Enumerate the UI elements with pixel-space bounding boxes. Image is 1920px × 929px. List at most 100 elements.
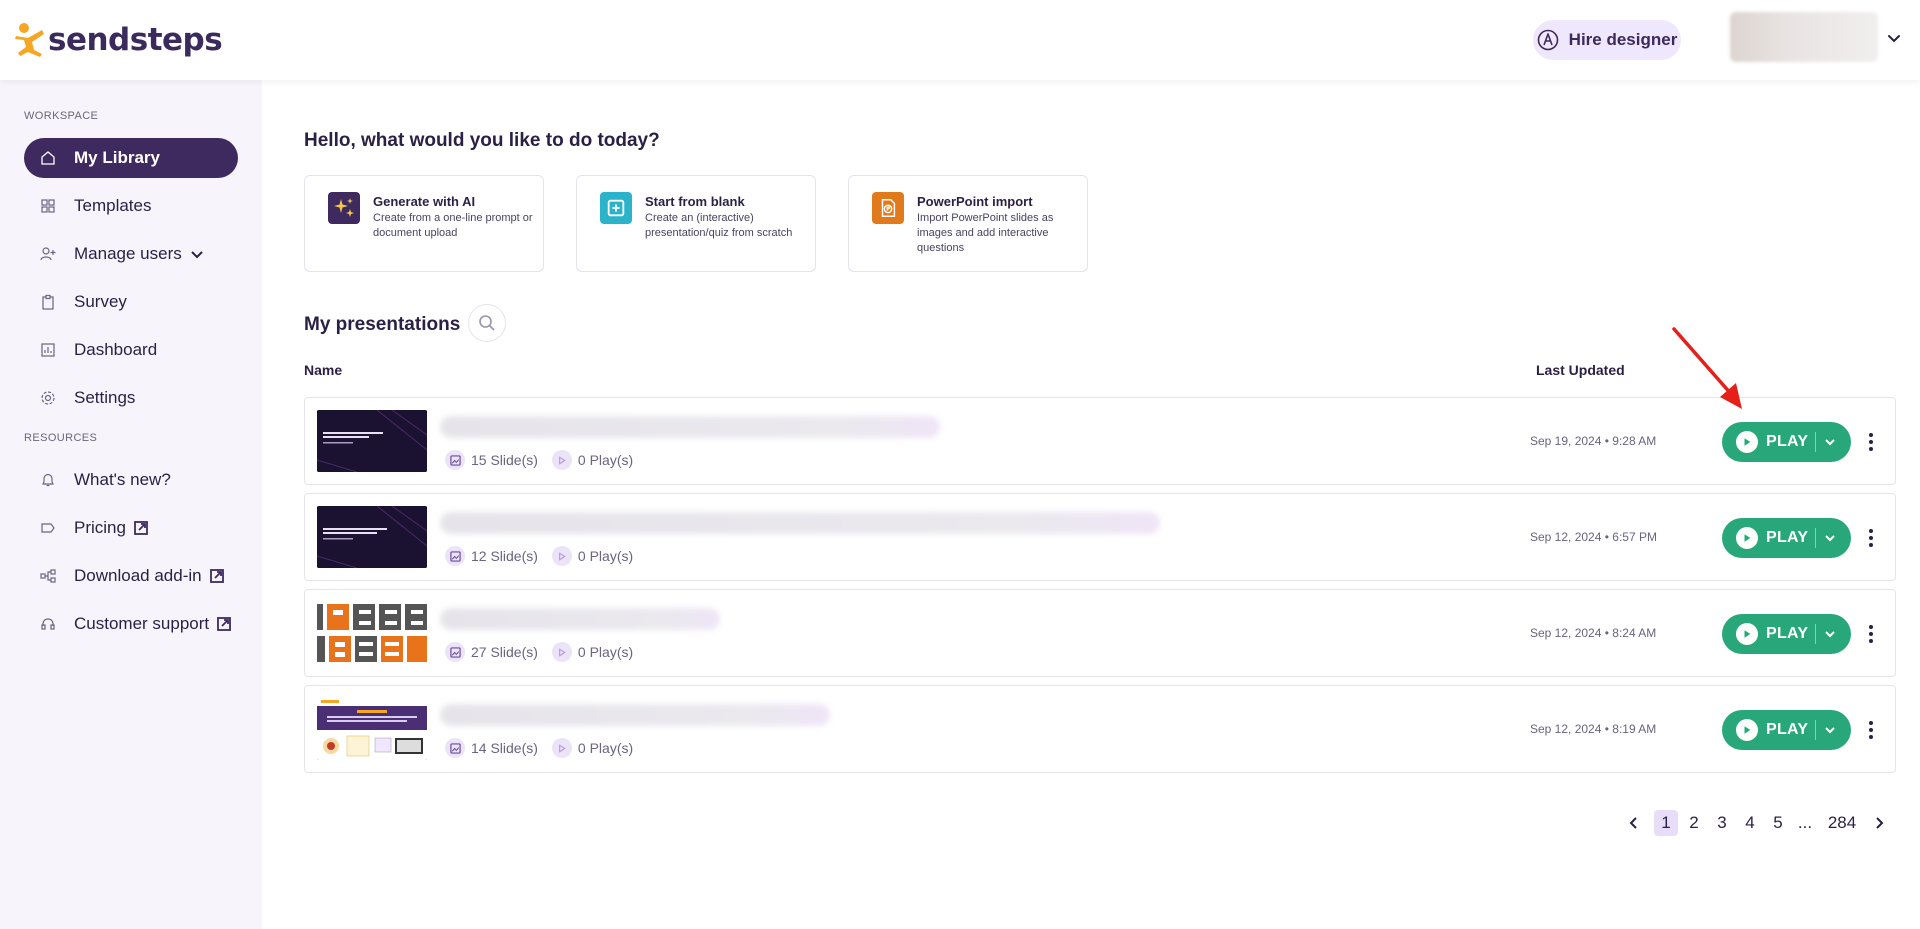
- powerpoint-import-card[interactable]: PowerPoint import Import PowerPoint slid…: [848, 175, 1088, 272]
- presentation-title-blurred[interactable]: [440, 416, 940, 438]
- chevron-down-icon[interactable]: [1886, 30, 1902, 46]
- chevron-left-icon[interactable]: [1626, 815, 1642, 831]
- more-options-icon[interactable]: [1867, 622, 1875, 646]
- sidebar-item-label: Download add-in: [74, 566, 202, 585]
- action-title: PowerPoint import: [917, 194, 1033, 209]
- column-header-name[interactable]: Name: [304, 362, 342, 378]
- sidebar-item-dashboard[interactable]: Dashboard: [24, 330, 238, 370]
- column-header-last-updated[interactable]: Last Updated: [1536, 362, 1625, 378]
- sidebar-item-templates[interactable]: Templates: [24, 186, 238, 226]
- gear-icon: [40, 390, 56, 406]
- page-1-button[interactable]: 1: [1654, 810, 1678, 836]
- last-updated-date: Sep 12, 2024 • 6:57 PM: [1530, 530, 1657, 544]
- presentation-thumbnail[interactable]: [317, 698, 427, 760]
- play-button[interactable]: PLAY: [1722, 422, 1851, 462]
- hire-designer-button[interactable]: Hire designer: [1533, 20, 1681, 60]
- plays-count: 0 Play(s): [577, 740, 634, 756]
- more-options-icon[interactable]: [1867, 430, 1875, 454]
- action-description: Create from a one-line prompt or documen…: [373, 212, 533, 239]
- sidebar-item-label: Pricing: [74, 518, 126, 537]
- top-header: sendsteps Hire designer: [0, 0, 1920, 80]
- powerpoint-icon: [872, 192, 904, 224]
- plays-icon: [551, 546, 572, 566]
- sidebar-item-customer-support[interactable]: Customer support: [24, 604, 238, 644]
- bell-icon: [40, 472, 56, 488]
- sidebar-item-label: What's new?: [74, 470, 171, 489]
- account-avatar-blurred[interactable]: [1730, 12, 1878, 62]
- chart-icon: [40, 342, 56, 358]
- presentation-row[interactable]: 15 Slide(s) 0 Play(s) Sep 19, 2024 • 9:2…: [304, 397, 1896, 485]
- slides-icon: [445, 738, 465, 758]
- page-284-button[interactable]: 284: [1822, 810, 1862, 836]
- chevron-right-icon[interactable]: [1871, 815, 1887, 831]
- plays-count: 0 Play(s): [577, 452, 634, 468]
- plays-icon: [551, 642, 572, 662]
- external-link-icon: [217, 617, 232, 631]
- page-5-button[interactable]: 5: [1767, 810, 1789, 836]
- presentation-title-blurred[interactable]: [440, 704, 830, 726]
- clipboard-icon: [40, 294, 56, 310]
- designer-icon: [1537, 29, 1558, 51]
- plus-square-icon: [600, 192, 632, 224]
- chevron-down-icon[interactable]: [1823, 627, 1837, 641]
- page-3-button[interactable]: 3: [1711, 810, 1733, 836]
- annotation-arrow-icon: [1672, 327, 1742, 409]
- plays-count: 0 Play(s): [577, 548, 634, 564]
- sidebar-item-pricing[interactable]: Pricing: [24, 508, 238, 548]
- sidebar-item-manage-users[interactable]: Manage users: [24, 234, 238, 274]
- pagination-ellipsis: ...: [1797, 813, 1813, 832]
- action-description: Create an (interactive) presentation/qui…: [645, 212, 793, 239]
- page-4-button[interactable]: 4: [1739, 810, 1761, 836]
- plays-icon: [551, 450, 572, 470]
- chevron-down-icon[interactable]: [1823, 531, 1837, 545]
- start-from-blank-card[interactable]: Start from blank Create an (interactive)…: [576, 175, 816, 272]
- presentation-title-blurred[interactable]: [440, 608, 720, 630]
- presentation-row[interactable]: 27 Slide(s) 0 Play(s) Sep 12, 2024 • 8:2…: [304, 589, 1896, 677]
- slides-count: 15 Slide(s): [471, 452, 538, 468]
- sidebar-item-label: Manage users: [74, 244, 182, 263]
- greeting-heading: Hello, what would you like to do today?: [304, 130, 660, 151]
- sidebar-item-survey[interactable]: Survey: [24, 282, 238, 322]
- play-button[interactable]: PLAY: [1722, 614, 1851, 654]
- last-updated-date: Sep 12, 2024 • 8:19 AM: [1530, 722, 1657, 736]
- presentation-title-blurred[interactable]: [440, 512, 1160, 534]
- chevron-down-icon: [191, 251, 203, 259]
- presentation-row[interactable]: 14 Slide(s) 0 Play(s) Sep 12, 2024 • 8:1…: [304, 685, 1896, 773]
- play-button[interactable]: PLAY: [1722, 710, 1851, 750]
- presentation-thumbnail[interactable]: [317, 506, 427, 568]
- sendsteps-logo[interactable]: sendsteps: [14, 22, 223, 58]
- my-presentations-heading: My presentations: [304, 314, 461, 335]
- sidebar-item-my-library[interactable]: My Library: [24, 138, 238, 178]
- sidebar-item-label: Templates: [74, 196, 152, 215]
- sidebar-item-label: Settings: [74, 388, 136, 407]
- chevron-down-icon[interactable]: [1823, 723, 1837, 737]
- presentation-meta: 15 Slide(s) 0 Play(s): [445, 450, 633, 470]
- sidebar-item-download-add-in[interactable]: Download add-in: [24, 556, 238, 596]
- search-button[interactable]: [468, 304, 506, 342]
- grid-icon: [40, 198, 56, 214]
- presentation-thumbnail[interactable]: [317, 410, 427, 472]
- last-updated-date: Sep 12, 2024 • 8:24 AM: [1530, 626, 1657, 640]
- play-button[interactable]: PLAY: [1722, 518, 1851, 558]
- sparkles-icon: [328, 192, 360, 224]
- slides-count: 12 Slide(s): [471, 548, 538, 564]
- page-2-button[interactable]: 2: [1683, 810, 1705, 836]
- more-options-icon[interactable]: [1867, 718, 1875, 742]
- logo-text: sendsteps: [48, 22, 223, 58]
- last-updated-date: Sep 19, 2024 • 9:28 AM: [1530, 434, 1657, 448]
- presentation-row[interactable]: 12 Slide(s) 0 Play(s) Sep 12, 2024 • 6:5…: [304, 493, 1896, 581]
- sidebar-item-label: Dashboard: [74, 340, 158, 359]
- hire-designer-label: Hire designer: [1568, 30, 1678, 49]
- presentation-thumbnail[interactable]: [317, 602, 427, 664]
- play-icon: [1736, 431, 1758, 453]
- presentation-meta: 12 Slide(s) 0 Play(s): [445, 546, 633, 566]
- sidebar-item-settings[interactable]: Settings: [24, 378, 238, 418]
- sidebar-item-label: My Library: [74, 148, 160, 167]
- sidebar: WORKSPACE My Library Templates Manage us…: [0, 80, 262, 929]
- sidebar-item-whats-new[interactable]: What's new?: [24, 460, 238, 500]
- external-link-icon: [209, 569, 224, 583]
- generate-with-ai-card[interactable]: Generate with AI Create from a one-line …: [304, 175, 544, 272]
- slides-count: 27 Slide(s): [471, 644, 538, 660]
- chevron-down-icon[interactable]: [1823, 435, 1837, 449]
- more-options-icon[interactable]: [1867, 526, 1875, 550]
